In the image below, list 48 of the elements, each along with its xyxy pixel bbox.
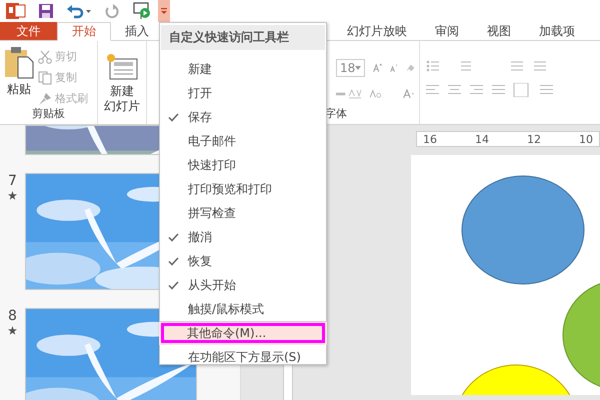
font-size-field[interactable]: 18: [336, 59, 366, 77]
group-label: 剪贴板: [31, 106, 66, 122]
ribbon-tab[interactable]: 幻灯片放映: [333, 22, 421, 40]
ribbon-tab[interactable]: 审阅: [421, 22, 473, 40]
ruler-number: 14: [475, 132, 489, 146]
ruler-number: 16: [423, 132, 437, 146]
slideshow-icon[interactable]: [132, 2, 152, 20]
ruler-number: 10: [579, 132, 593, 146]
brush-icon: [38, 92, 52, 106]
file-tab[interactable]: 文件: [0, 22, 57, 40]
menu-item[interactable]: 从头开始: [160, 273, 326, 297]
menu-item[interactable]: 打开: [160, 81, 326, 105]
caret-icon: [355, 66, 362, 70]
ruler-number: 12: [527, 132, 541, 146]
undo-icon[interactable]: [66, 3, 92, 19]
menu-item[interactable]: 在功能区下方显示(S): [160, 345, 326, 369]
menu-item[interactable]: 撤消: [160, 225, 326, 249]
save-icon[interactable]: [38, 3, 54, 19]
menu-item[interactable]: 保存: [160, 105, 326, 129]
menu-item[interactable]: 恢复: [160, 249, 326, 273]
scissors-icon: [38, 50, 52, 64]
customize-toolbar-button[interactable]: [158, 0, 170, 22]
ribbon-tab[interactable]: 开始: [57, 22, 111, 41]
menu-item[interactable]: 电子邮件: [160, 129, 326, 153]
grow-font-icon[interactable]: [373, 61, 382, 75]
dropdown-arrow-icon: [160, 7, 168, 15]
menu-item[interactable]: 快速打印: [160, 153, 326, 177]
ribbon-tab[interactable]: 插入: [111, 22, 163, 40]
clipboard-icon: [4, 45, 34, 79]
ribbon-tab[interactable]: 加载项: [525, 22, 589, 40]
menu-item[interactable]: 打印预览和打印: [160, 177, 326, 201]
copy-icon: [38, 70, 52, 84]
ribbon-tab[interactable]: 视图: [473, 22, 525, 40]
slide-number: 8: [8, 308, 17, 324]
menu-item[interactable]: 新建: [160, 57, 326, 81]
button-label: 新建 幻灯片: [104, 84, 140, 114]
slide-number: 7: [8, 173, 17, 189]
font-color-icon[interactable]: [403, 87, 415, 101]
alignment-icons[interactable]: [426, 83, 556, 97]
menu-item[interactable]: 拼写检查: [160, 201, 326, 225]
menu-item[interactable]: 触摸/鼠标模式: [160, 297, 326, 321]
menu-item[interactable]: 其他命令(M)...: [159, 321, 327, 345]
redo-icon[interactable]: [104, 3, 120, 19]
app-logo-icon[interactable]: [6, 2, 26, 20]
menu-title: 自定义快速访问工具栏: [161, 25, 325, 50]
paste-button[interactable]: 粘贴: [4, 45, 34, 106]
new-slide-button[interactable]: 新建 幻灯片: [102, 53, 142, 114]
new-slide-icon: [106, 53, 138, 81]
